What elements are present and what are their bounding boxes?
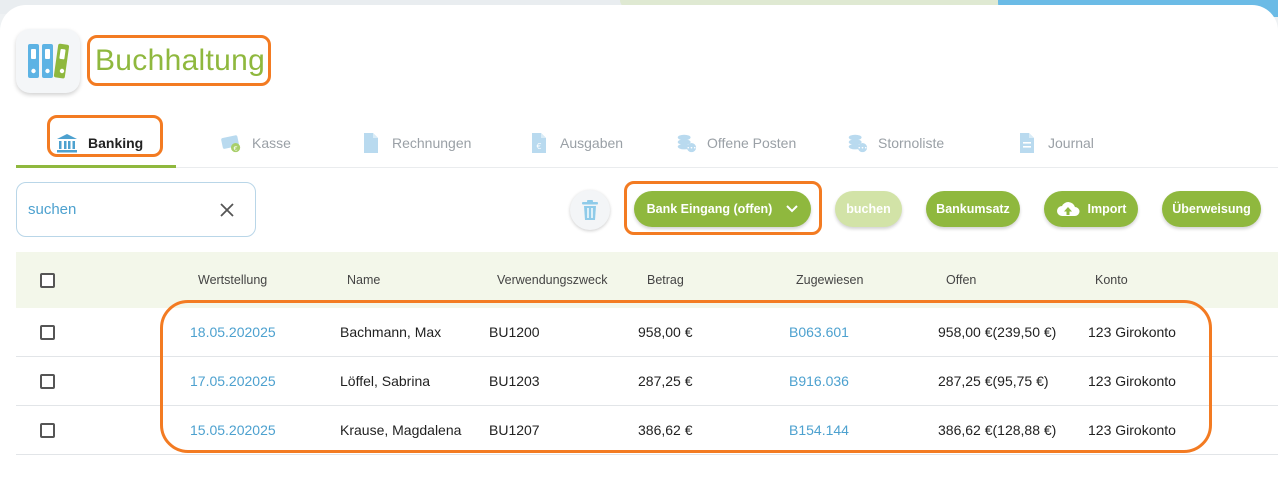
import-label: Import <box>1087 202 1127 216</box>
tab-stornoliste[interactable]: ••• Stornoliste <box>846 118 944 168</box>
konto-cell: 123 Girokonto <box>1088 324 1176 340</box>
table-header: Wertstellung Name Verwendungszweck Betra… <box>16 252 1278 308</box>
table-row[interactable]: 18.05.202025 Bachmann, Max BU1200 958,00… <box>16 308 1278 357</box>
transactions-table: Wertstellung Name Verwendungszweck Betra… <box>16 252 1278 455</box>
active-tab-indicator <box>16 165 176 168</box>
header-zugewiesen[interactable]: Zugewiesen <box>796 273 863 287</box>
tab-rechnungen[interactable]: Rechnungen <box>360 118 471 168</box>
cash-icon: € <box>220 132 242 154</box>
search-box <box>16 182 256 237</box>
tab-label: Kasse <box>252 135 291 151</box>
bankumsatz-label: Bankumsatz <box>936 202 1010 216</box>
trash-icon <box>582 200 598 220</box>
tab-label: Banking <box>88 135 144 151</box>
tab-journal[interactable]: Journal <box>1016 118 1094 168</box>
tab-label: Rechnungen <box>392 135 472 151</box>
offen-cell: 386,62 €(128,88 €) <box>938 422 1057 438</box>
page-title: Buchhaltung <box>95 44 266 77</box>
tab-banking[interactable]: Banking <box>56 118 143 168</box>
row-checkbox[interactable] <box>40 374 55 389</box>
ueberweisung-button[interactable]: Überweisung <box>1162 191 1261 227</box>
app-icon[interactable] <box>16 29 80 93</box>
chevron-down-icon <box>786 205 799 213</box>
search-input[interactable] <box>28 201 208 218</box>
wertstellung-cell[interactable]: 15.05.202025 <box>190 422 276 438</box>
document-icon <box>360 132 382 154</box>
ueberweisung-label: Überweisung <box>1172 202 1251 216</box>
tab-label: Ausgaben <box>560 135 624 151</box>
tab-label: Offene Posten <box>707 135 797 151</box>
header-wertstellung[interactable]: Wertstellung <box>198 273 267 287</box>
svg-text:•••: ••• <box>858 145 868 151</box>
header-konto[interactable]: Konto <box>1095 273 1128 287</box>
tab-label: Stornoliste <box>878 135 945 151</box>
row-checkbox[interactable] <box>40 423 55 438</box>
svg-text:•••: ••• <box>687 145 697 151</box>
buchen-label: buchen <box>846 202 891 216</box>
verwendungszweck-cell: BU1200 <box>489 324 540 340</box>
name-cell: Löffel, Sabrina <box>340 373 431 389</box>
zugewiesen-link[interactable]: B063.601 <box>789 324 849 340</box>
select-all-checkbox[interactable] <box>40 273 55 288</box>
import-button[interactable]: Import <box>1044 191 1138 227</box>
konto-cell: 123 Girokonto <box>1088 373 1176 389</box>
tab-kasse[interactable]: € Kasse <box>220 118 291 168</box>
delete-button[interactable] <box>570 190 610 230</box>
verwendungszweck-cell: BU1207 <box>489 422 540 438</box>
coins-icon: ••• <box>675 132 697 154</box>
table-row[interactable]: 15.05.202025 Krause, Magdalena BU1207 38… <box>16 406 1278 455</box>
journal-icon <box>1016 132 1038 154</box>
name-cell: Krause, Magdalena <box>340 422 462 438</box>
betrag-cell: 287,25 € <box>638 373 693 389</box>
tab-offene-posten[interactable]: ••• Offene Posten <box>675 118 796 168</box>
expense-document-icon: € <box>528 132 550 154</box>
verwendungszweck-cell: BU1203 <box>489 373 540 389</box>
header-verwendungszweck[interactable]: Verwendungszweck <box>497 273 607 287</box>
svg-text:€: € <box>234 144 238 152</box>
bankumsatz-button[interactable]: Bankumsatz <box>926 191 1020 227</box>
coins-icon: ••• <box>846 132 868 154</box>
wertstellung-cell[interactable]: 17.05.202025 <box>190 373 276 389</box>
svg-text:€: € <box>536 142 541 151</box>
offen-cell: 958,00 €(239,50 €) <box>938 324 1057 340</box>
zugewiesen-link[interactable]: B154.144 <box>789 422 849 438</box>
betrag-cell: 958,00 € <box>638 324 693 340</box>
header-name[interactable]: Name <box>347 273 380 287</box>
betrag-cell: 386,62 € <box>638 422 693 438</box>
zugewiesen-link[interactable]: B916.036 <box>789 373 849 389</box>
konto-cell: 123 Girokonto <box>1088 422 1176 438</box>
binders-icon <box>28 43 70 79</box>
tab-label: Journal <box>1048 135 1094 151</box>
bank-icon <box>56 132 78 154</box>
table-row[interactable]: 17.05.202025 Löffel, Sabrina BU1203 287,… <box>16 357 1278 406</box>
buchen-button[interactable]: buchen <box>835 191 902 227</box>
row-checkbox[interactable] <box>40 325 55 340</box>
header-betrag[interactable]: Betrag <box>647 273 684 287</box>
offen-cell: 287,25 €(95,75 €) <box>938 373 1049 389</box>
header-offen[interactable]: Offen <box>946 273 976 287</box>
filter-label: Bank Eingang (offen) <box>646 202 773 216</box>
bank-filter-dropdown[interactable]: Bank Eingang (offen) <box>634 191 811 227</box>
cloud-upload-icon <box>1056 201 1080 217</box>
close-icon[interactable] <box>217 200 237 220</box>
name-cell: Bachmann, Max <box>340 324 442 340</box>
wertstellung-cell[interactable]: 18.05.202025 <box>190 324 276 340</box>
tab-bar: Banking € Kasse Rechnungen € Ausgaben ••… <box>16 118 1278 168</box>
tab-ausgaben[interactable]: € Ausgaben <box>528 118 623 168</box>
